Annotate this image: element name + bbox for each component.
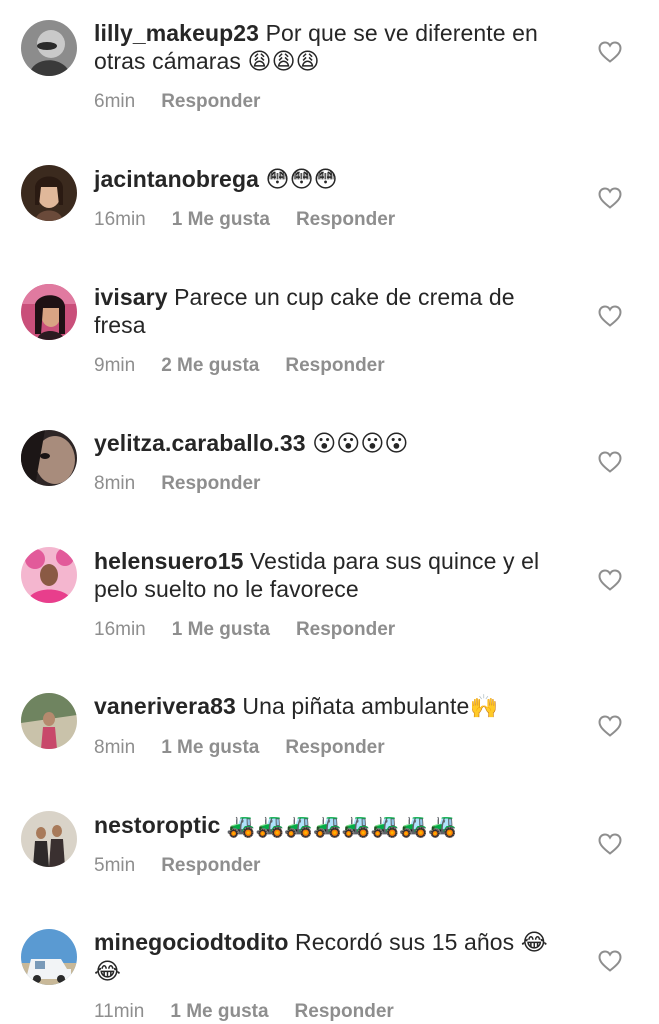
comment-meta: 11min 1 Me gusta Responder: [94, 1000, 394, 1024]
reply-button[interactable]: Responder: [296, 619, 395, 640]
likes-count[interactable]: 2 Me gusta: [161, 355, 259, 376]
comment-body: minegociodtodito Recordó sus 15 años 😂😂: [94, 928, 569, 986]
comment-meta: 16min 1 Me gusta Responder: [94, 618, 395, 642]
comment-username[interactable]: jacintanobrega: [94, 166, 259, 192]
comment-username[interactable]: yelitza.caraballo.33: [94, 430, 306, 456]
comment-username[interactable]: lilly_makeup23: [94, 20, 259, 46]
heart-outline-icon[interactable]: [598, 451, 622, 473]
heart-outline-icon[interactable]: [598, 833, 622, 855]
heart-outline-icon[interactable]: [598, 187, 622, 209]
comment-time: 6min: [94, 91, 136, 112]
comment-meta: 16min 1 Me gusta Responder: [94, 208, 395, 232]
comment-body: yelitza.caraballo.33 😮😮😮😮: [94, 429, 569, 458]
comment-time: 11min: [94, 1001, 145, 1022]
comment-meta: 6min Responder: [94, 90, 260, 114]
comment-username[interactable]: ivisary: [94, 284, 168, 310]
comment-body: nestoroptic 🚜🚜🚜🚜🚜🚜🚜🚜: [94, 811, 569, 840]
comment-emoji: 😩😩😩: [247, 49, 320, 75]
avatar[interactable]: [21, 165, 77, 221]
avatar[interactable]: [21, 284, 77, 340]
reply-button[interactable]: Responder: [161, 91, 260, 112]
heart-outline-icon[interactable]: [598, 715, 622, 737]
avatar[interactable]: [21, 811, 77, 867]
comment-body: jacintanobrega 😳😳😳: [94, 165, 569, 194]
reply-button[interactable]: Responder: [285, 355, 384, 376]
comment-body: lilly_makeup23 Por que se ve diferente e…: [94, 19, 569, 76]
reply-button[interactable]: Responder: [161, 473, 260, 494]
comment-emoji: 🚜🚜🚜🚜🚜🚜🚜🚜: [226, 813, 457, 839]
avatar[interactable]: [21, 20, 77, 76]
heart-outline-icon[interactable]: [598, 950, 622, 972]
reply-button[interactable]: Responder: [161, 855, 260, 876]
comment-time: 16min: [94, 209, 146, 230]
comment-time: 9min: [94, 355, 136, 376]
comment-time: 5min: [94, 855, 136, 876]
heart-outline-icon[interactable]: [598, 305, 622, 327]
heart-outline-icon[interactable]: [598, 41, 622, 63]
comment-emoji: 😳😳😳: [265, 167, 338, 193]
comment-emoji: 😮😮😮😮: [312, 431, 409, 457]
avatar[interactable]: [21, 693, 77, 749]
reply-button[interactable]: Responder: [295, 1001, 394, 1022]
comment-meta: 8min Responder: [94, 472, 260, 496]
comment-text: Una piñata ambulante: [242, 693, 470, 719]
comment-username[interactable]: vanerivera83: [94, 693, 236, 719]
comment-emoji: 🙌: [469, 694, 499, 720]
comment-body: ivisary Parece un cup cake de crema de f…: [94, 283, 569, 339]
comment-time: 8min: [94, 737, 136, 758]
comment-username[interactable]: nestoroptic: [94, 812, 220, 838]
comment-time: 16min: [94, 619, 146, 640]
likes-count[interactable]: 1 Me gusta: [172, 209, 270, 230]
comment-username[interactable]: helensuero15: [94, 548, 244, 574]
likes-count[interactable]: 1 Me gusta: [170, 1001, 268, 1022]
comment-username[interactable]: minegociodtodito: [94, 929, 289, 955]
heart-outline-icon[interactable]: [598, 569, 622, 591]
comment-time: 8min: [94, 473, 136, 494]
comment-meta: 9min 2 Me gusta Responder: [94, 354, 385, 378]
likes-count[interactable]: 1 Me gusta: [172, 619, 270, 640]
avatar[interactable]: [21, 547, 77, 603]
avatar[interactable]: [21, 430, 77, 486]
avatar[interactable]: [21, 929, 77, 985]
likes-count[interactable]: 1 Me gusta: [161, 737, 259, 758]
reply-button[interactable]: Responder: [296, 209, 395, 230]
comment-meta: 8min 1 Me gusta Responder: [94, 736, 385, 760]
comment-body: vanerivera83 Una piñata ambulante🙌: [94, 692, 569, 721]
comment-text: Recordó sus 15 años: [295, 929, 515, 955]
reply-button[interactable]: Responder: [285, 737, 384, 758]
comment-body: helensuero15 Vestida para sus quince y e…: [94, 547, 569, 603]
comment-meta: 5min Responder: [94, 854, 260, 878]
